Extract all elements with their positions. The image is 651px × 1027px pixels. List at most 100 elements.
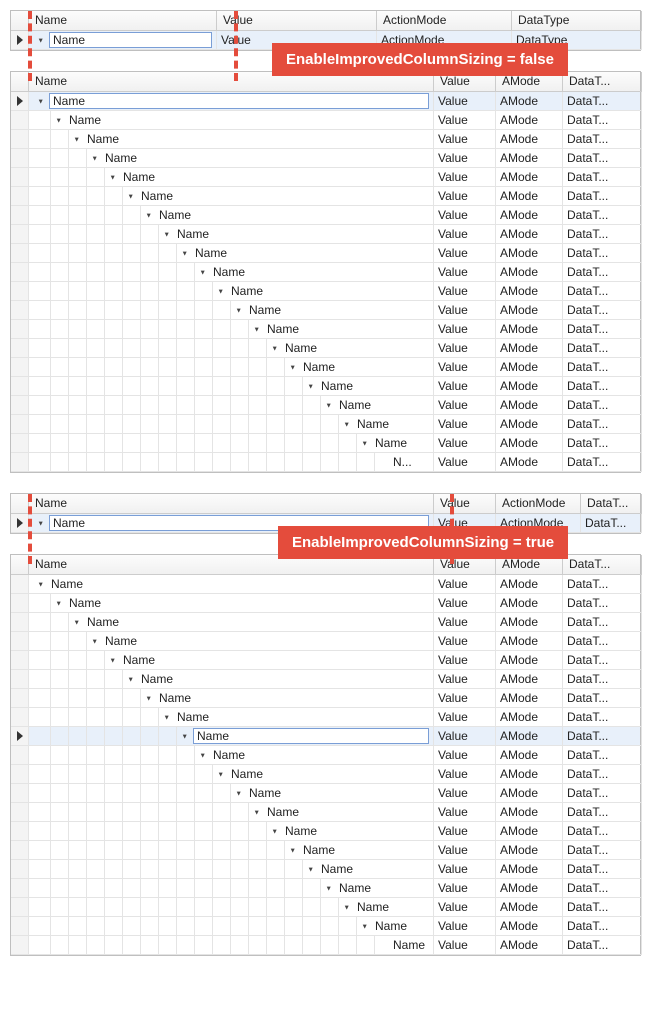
cell-datatype[interactable]: DataT... — [563, 936, 642, 955]
cell-datatype[interactable]: DataT... — [563, 879, 642, 898]
cell-actionmode[interactable]: AMode — [496, 301, 563, 320]
cell-value[interactable]: Value — [434, 727, 496, 746]
cell-value[interactable]: Value — [434, 765, 496, 784]
cell-actionmode[interactable]: AMode — [496, 320, 563, 339]
cell-value[interactable]: Value — [434, 225, 496, 244]
cell-datatype[interactable]: DataT... — [563, 632, 642, 651]
cell-datatype[interactable]: DataT... — [563, 689, 642, 708]
expand-collapse-icon[interactable] — [213, 286, 229, 296]
expand-collapse-icon[interactable] — [267, 343, 283, 353]
tree-row[interactable]: N...ValueAModeDataT... — [11, 453, 640, 472]
expand-collapse-icon[interactable] — [105, 655, 121, 665]
cell-value[interactable]: Value — [434, 130, 496, 149]
cell-datatype[interactable]: DataT... — [563, 613, 642, 632]
cell-value[interactable]: Value — [434, 689, 496, 708]
column-header-name[interactable]: Name — [29, 494, 434, 514]
cell-name[interactable]: Name — [29, 111, 434, 130]
cell-name[interactable]: Name — [29, 651, 434, 670]
expand-collapse-icon[interactable] — [105, 172, 121, 182]
tree-row[interactable]: NameValueAModeDataT... — [11, 358, 640, 377]
cell-name[interactable]: Name — [29, 689, 434, 708]
expand-collapse-icon[interactable] — [69, 134, 85, 144]
cell-actionmode[interactable]: AMode — [496, 803, 563, 822]
tree-row[interactable]: NameValueAModeDataT... — [11, 377, 640, 396]
expand-collapse-icon[interactable] — [231, 305, 247, 315]
cell-value[interactable]: Value — [434, 670, 496, 689]
expand-collapse-icon[interactable] — [33, 579, 49, 589]
cell-datatype[interactable]: DataT... — [563, 784, 642, 803]
cell-actionmode[interactable]: AMode — [496, 263, 563, 282]
cell-name[interactable]: Name — [29, 917, 434, 936]
cell-name[interactable]: Name — [29, 282, 434, 301]
cell-datatype[interactable]: DataT... — [563, 765, 642, 784]
cell-datatype[interactable]: DataT... — [563, 282, 642, 301]
expand-collapse-icon[interactable] — [51, 598, 67, 608]
cell-name[interactable]: Name — [29, 727, 434, 746]
cell-actionmode[interactable]: AMode — [496, 727, 563, 746]
cell-value[interactable]: Value — [434, 453, 496, 472]
column-header-dt[interactable]: DataT... — [563, 72, 642, 92]
cell-actionmode[interactable]: AMode — [496, 130, 563, 149]
cell-name[interactable]: Name — [29, 594, 434, 613]
tree-row[interactable]: NameValueAModeDataT... — [11, 92, 640, 111]
tree-row[interactable]: NameValueAModeDataT... — [11, 263, 640, 282]
cell-value[interactable]: Value — [434, 575, 496, 594]
tree-row[interactable]: NameValueAModeDataT... — [11, 339, 640, 358]
cell-datatype[interactable]: DataT... — [563, 917, 642, 936]
expand-collapse-icon[interactable] — [141, 693, 157, 703]
tree-row[interactable]: NameValueAModeDataT... — [11, 225, 640, 244]
cell-datatype[interactable]: DataT... — [563, 377, 642, 396]
cell-value[interactable]: Value — [434, 358, 496, 377]
expand-collapse-icon[interactable] — [357, 438, 373, 448]
cell-actionmode[interactable]: AMode — [496, 613, 563, 632]
cell-value[interactable]: Value — [434, 111, 496, 130]
cell-name[interactable]: Name — [29, 879, 434, 898]
cell-value[interactable]: Value — [434, 206, 496, 225]
expand-collapse-icon[interactable] — [33, 96, 49, 106]
cell-datatype[interactable]: DataT... — [563, 358, 642, 377]
cell-actionmode[interactable]: AMode — [496, 765, 563, 784]
cell-actionmode[interactable]: AMode — [496, 244, 563, 263]
cell-value[interactable]: Value — [434, 594, 496, 613]
cell-actionmode[interactable]: AMode — [496, 860, 563, 879]
tree-row[interactable]: NameValueAModeDataT... — [11, 803, 640, 822]
cell-datatype[interactable]: DataT... — [563, 415, 642, 434]
cell-actionmode[interactable]: AMode — [496, 187, 563, 206]
cell-name[interactable]: Name — [29, 358, 434, 377]
cell-actionmode[interactable]: AMode — [496, 936, 563, 955]
name-edit-input[interactable]: Name — [49, 32, 212, 48]
cell-name[interactable]: Name — [29, 708, 434, 727]
cell-name[interactable]: Name — [29, 860, 434, 879]
cell-datatype[interactable]: DataT... — [563, 708, 642, 727]
tree-row[interactable]: NameValueAModeDataT... — [11, 727, 640, 746]
cell-actionmode[interactable]: AMode — [496, 689, 563, 708]
cell-datatype[interactable]: DataT... — [563, 206, 642, 225]
expand-collapse-icon[interactable] — [195, 750, 211, 760]
cell-value[interactable]: Value — [434, 434, 496, 453]
name-edit-input[interactable]: Name — [49, 93, 429, 109]
cell-value[interactable]: Value — [434, 168, 496, 187]
tree-row[interactable]: NameValueAModeDataT... — [11, 206, 640, 225]
cell-name[interactable]: Name — [29, 415, 434, 434]
tree-row[interactable]: NameValueAModeDataT... — [11, 187, 640, 206]
cell-actionmode[interactable]: AMode — [496, 282, 563, 301]
tree-row[interactable]: NameValueAModeDataT... — [11, 651, 640, 670]
expand-collapse-icon[interactable] — [87, 153, 103, 163]
cell-datatype[interactable]: DataT... — [563, 320, 642, 339]
tree-row[interactable]: NameValueAModeDataT... — [11, 130, 640, 149]
cell-datatype[interactable]: DataT... — [563, 670, 642, 689]
cell-name[interactable]: Name — [29, 225, 434, 244]
tree-row[interactable]: NameValueAModeDataT... — [11, 320, 640, 339]
expand-collapse-icon[interactable] — [339, 902, 355, 912]
tree-row[interactable]: NameValueAModeDataT... — [11, 434, 640, 453]
cell-actionmode[interactable]: AMode — [496, 358, 563, 377]
tree-row[interactable]: NameValueAModeDataT... — [11, 149, 640, 168]
tree-row[interactable]: NameValueAModeDataT... — [11, 396, 640, 415]
cell-value[interactable]: Value — [434, 708, 496, 727]
cell-name[interactable]: Name — [29, 613, 434, 632]
tree-row[interactable]: NameValueAModeDataT... — [11, 879, 640, 898]
cell-value[interactable]: Value — [434, 377, 496, 396]
cell-datatype[interactable]: DataT... — [563, 594, 642, 613]
expand-collapse-icon[interactable] — [123, 191, 139, 201]
cell-value[interactable]: Value — [434, 244, 496, 263]
